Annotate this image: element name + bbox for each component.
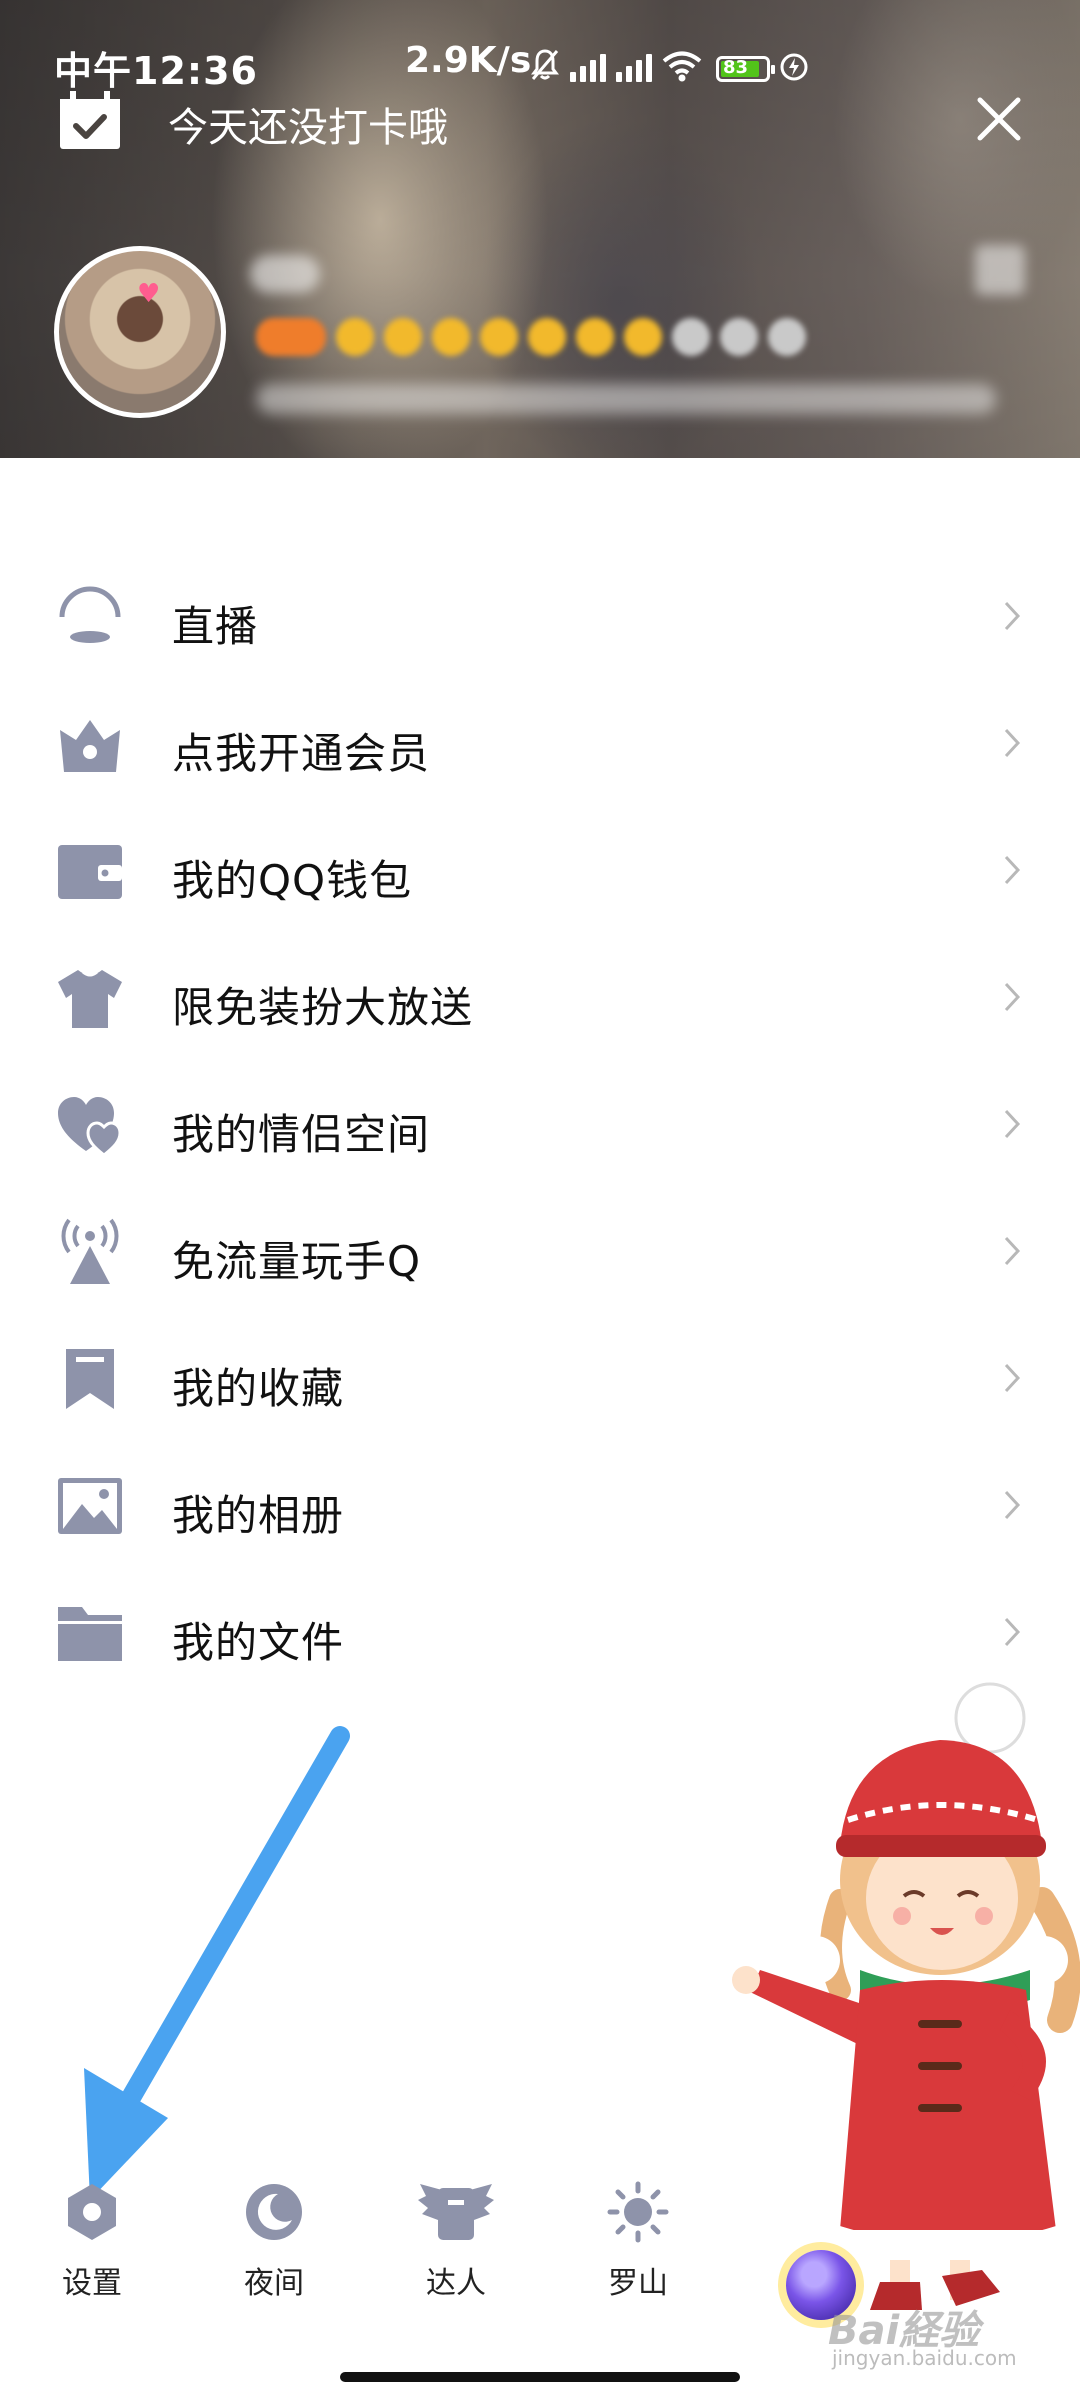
menu-item-album[interactable]: 我的相册 [0,1442,1080,1569]
antenna-icon [61,1218,119,1284]
network-speed: 2.9K/s [405,40,532,81]
expert-label: 达人 [426,2266,486,2301]
mute-bell-icon [531,49,559,80]
weather-button[interactable]: 罗山 [568,2180,708,2302]
chevron-right-icon [1004,1490,1021,1520]
chevron-right-icon [1004,601,1021,631]
menu-item-label: 免流量玩手Q [172,1237,422,1286]
settings-label: 设置 [62,2266,122,2301]
blurred-nickname [250,255,320,293]
watermark-url: jingyan.baidu.com [832,2346,1017,2370]
status-bar: 中午12:36 2.9K/s 83 [0,0,1080,120]
menu-item-label: 我的相册 [172,1491,345,1540]
chevron-right-icon [1004,982,1021,1012]
chevron-right-icon [1004,728,1021,758]
status-time: 中午12:36 [54,49,258,93]
checkin-text[interactable]: 今天还没打卡哦 [168,95,448,153]
sun-weather-icon [607,2181,669,2243]
battery-percent: 83 [723,57,749,78]
menu-item-couple[interactable]: 我的情侣空间 [0,1061,1080,1188]
drawer-menu: 直播 点我开通会员 我的QQ钱包 限免装扮大放送 我的情侣空间 免流量玩手Q 我… [0,553,1080,1696]
chevron-right-icon [1004,1617,1021,1647]
menu-item-label: 直播 [172,602,259,651]
menu-item-label: 我的文件 [172,1618,345,1667]
wallet-icon [58,845,122,899]
chevron-right-icon [1004,1236,1021,1266]
status-icons: 83 [530,46,808,82]
menu-item-label: 我的QQ钱包 [172,856,413,905]
signal-icon [570,52,606,82]
vip-crown-icon [60,720,120,772]
menu-item-free-data[interactable]: 免流量玩手Q [0,1188,1080,1315]
folder-icon [58,1607,122,1661]
weather-city-label: 罗山 [608,2266,668,2301]
settings-hex-icon [68,2184,116,2240]
bookmark-icon [66,1349,114,1409]
menu-item-label: 限免装扮大放送 [172,983,474,1032]
photo-icon [58,1478,122,1534]
signal-2-icon [616,52,652,82]
couple-hearts-icon [58,1097,122,1157]
wifi-icon [662,51,702,82]
menu-item-live[interactable]: 直播 [0,553,1080,680]
profile-header: 中午12:36 2.9K/s 83 今天还没打卡哦 ♥ [0,0,1080,458]
battery-icon: 83 [716,56,775,82]
night-mode-button[interactable]: 夜间 [204,2180,344,2302]
menu-item-favorites[interactable]: 我的收藏 [0,1315,1080,1442]
wings-badge-icon [418,2184,494,2240]
chevron-right-icon [1004,1363,1021,1393]
blurred-signature [256,384,996,414]
menu-item-label: 点我开通会员 [172,729,431,778]
chevron-right-icon [1004,1109,1021,1139]
moon-icon [246,2184,302,2240]
menu-item-wallet[interactable]: 我的QQ钱包 [0,807,1080,934]
checkin-button[interactable] [58,90,122,150]
expert-button[interactable]: 达人 [386,2180,526,2302]
avatar[interactable]: ♥ [54,246,226,418]
calendar-check-icon [60,91,120,149]
live-icon [59,586,121,643]
menu-item-label: 我的情侣空间 [172,1110,431,1159]
home-indicator[interactable] [340,2372,740,2382]
blurred-level-badges [256,318,806,356]
night-mode-label: 夜间 [244,2266,304,2301]
tshirt-icon [58,970,122,1028]
menu-item-label: 我的收藏 [172,1364,345,1413]
blurred-qr-icon[interactable] [975,245,1025,295]
settings-button[interactable]: 设置 [22,2180,162,2302]
menu-item-dressup[interactable]: 限免装扮大放送 [0,934,1080,1061]
annotation-arrow [84,1726,350,2200]
charging-icon [780,53,808,81]
heart-icon: ♥ [137,279,161,309]
chevron-right-icon [1004,855,1021,885]
close-icon[interactable] [972,92,1026,146]
menu-item-vip[interactable]: 点我开通会员 [0,680,1080,807]
